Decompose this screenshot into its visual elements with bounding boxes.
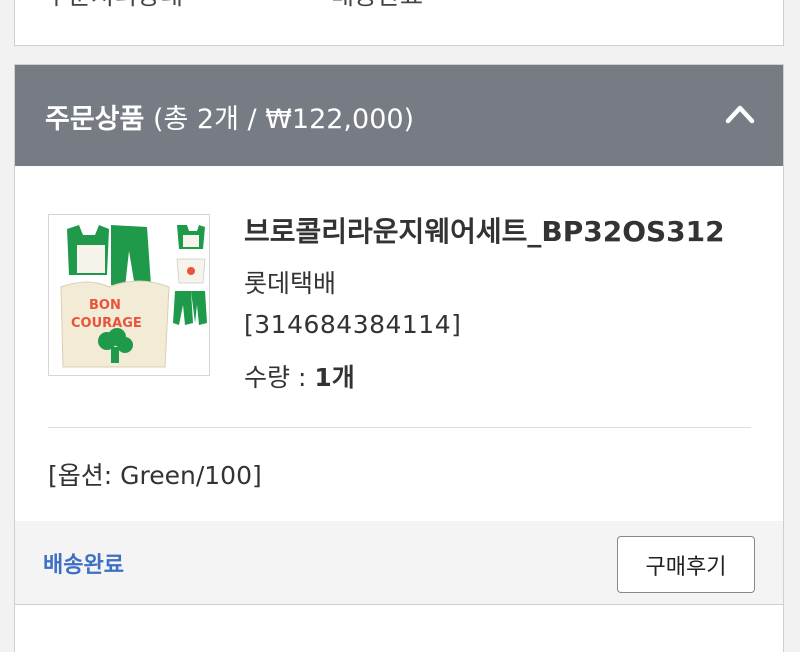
courier-name: 롯데택배 — [244, 269, 337, 298]
delivery-status: 배송완료 — [43, 553, 124, 578]
next-section-card — [14, 604, 784, 652]
order-status-card: 주문처리상태 배송완료 — [14, 0, 784, 46]
quantity-label: 수량 : — [244, 363, 315, 392]
order-actions-bar: 배송완료 구매후기 — [15, 521, 783, 605]
write-review-button[interactable]: 구매후기 — [617, 536, 755, 593]
bag-text-bon: BON — [89, 298, 121, 313]
product-thumbnail[interactable]: BON COURAGE — [48, 214, 210, 376]
quantity-value: 1개 — [314, 363, 355, 392]
bag-text-courage: COURAGE — [71, 316, 142, 331]
order-status-row: 주문처리상태 배송완료 — [45, 0, 753, 8]
tracking-number[interactable]: [314684384114] — [244, 310, 461, 339]
order-status-label: 주문처리상태 — [45, 0, 183, 8]
order-items-heading: 주문상품 — [45, 104, 145, 135]
chevron-up-icon[interactable] — [725, 103, 755, 125]
order-detail-page: 주문처리상태 배송완료 주문상품 (총 2개 / ₩122,000) — [0, 0, 800, 652]
product-image: BON COURAGE — [49, 215, 209, 375]
order-items-header[interactable]: 주문상품 (총 2개 / ₩122,000) — [15, 65, 783, 166]
quantity: 수량 : 1개 — [244, 358, 355, 394]
product-option: [옵션: Green/100] — [48, 461, 262, 490]
divider — [48, 427, 751, 428]
order-items-title: 주문상품 (총 2개 / ₩122,000) — [45, 97, 414, 136]
order-items-card: 주문상품 (총 2개 / ₩122,000) BON COURAGE 브로콜리라… — [14, 64, 784, 606]
order-status-value: 배송완료 — [331, 0, 423, 8]
product-name[interactable]: 브로콜리라운지웨어세트_BP32OS312 — [244, 210, 725, 250]
order-items-summary: (총 2개 / ₩122,000) — [152, 104, 415, 135]
product-item: BON COURAGE 브로콜리라운지웨어세트_BP32OS312 롯데택배 [… — [15, 166, 783, 521]
